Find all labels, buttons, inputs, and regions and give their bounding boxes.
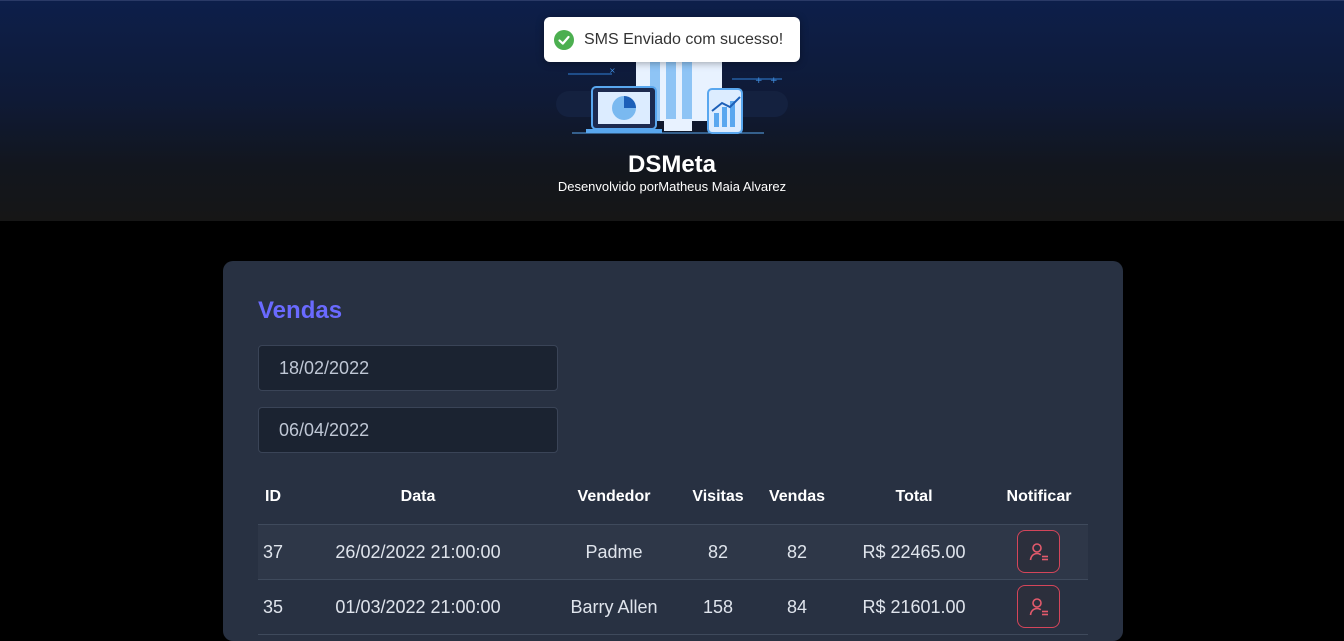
sales-title: Vendas: [258, 297, 343, 324]
column-header-visits: Visitas: [692, 488, 744, 505]
row-deals: 84: [786, 597, 808, 617]
sales-table: ID Data Vendedor Visitas Vendas Total No…: [258, 483, 1088, 635]
svg-text:+: +: [770, 76, 778, 86]
column-header-date: Data: [400, 488, 436, 505]
app-title: DSMeta: [627, 151, 717, 178]
column-header-id: ID: [265, 488, 281, 505]
svg-text:×: ×: [609, 66, 616, 75]
row-seller: Padme: [585, 542, 643, 562]
column-header-notify: Notificar: [1006, 488, 1072, 505]
toast-message: SMS Enviado com sucesso!: [584, 30, 784, 48]
column-header-deals: Vendas: [768, 488, 826, 505]
sales-card: Vendas 18/02/2022 06/04/2022 ID Data Ven…: [223, 261, 1123, 641]
column-header-total: Total: [895, 488, 933, 505]
svg-text:+: +: [755, 76, 763, 86]
table-row: 35 01/03/2022 21:00:00 Barry Allen 158 8…: [258, 580, 1088, 635]
row-id: 37: [262, 542, 284, 562]
app-subtitle: Desenvolvido porMatheus Maia Alvarez: [557, 179, 787, 194]
check-circle-icon: [554, 29, 574, 50]
notify-button[interactable]: [1017, 530, 1060, 573]
row-date: 26/02/2022 21:00:00: [335, 542, 501, 562]
notify-button[interactable]: [1017, 585, 1060, 628]
min-date-input[interactable]: 18/02/2022: [258, 345, 558, 391]
user-notification-icon: [1029, 542, 1048, 560]
row-seller: Barry Allen: [570, 597, 658, 617]
row-deals: 82: [786, 542, 808, 562]
row-visits: 82: [707, 542, 729, 562]
table-row: 37 26/02/2022 21:00:00 Padme 82 82 R$ 22…: [258, 525, 1088, 580]
row-total: R$ 21601.00: [862, 597, 966, 617]
row-id: 35: [262, 597, 284, 617]
row-visits: 158: [702, 597, 734, 617]
row-total: R$ 22465.00: [862, 542, 966, 562]
user-notification-icon: [1029, 597, 1048, 615]
row-date: 01/03/2022 21:00:00: [335, 597, 501, 617]
column-header-seller: Vendedor: [577, 488, 651, 505]
max-date-input[interactable]: 06/04/2022: [258, 407, 558, 453]
success-toast[interactable]: SMS Enviado com sucesso!: [544, 17, 800, 62]
table-header: ID Data Vendedor Visitas Vendas Total No…: [258, 483, 1088, 525]
